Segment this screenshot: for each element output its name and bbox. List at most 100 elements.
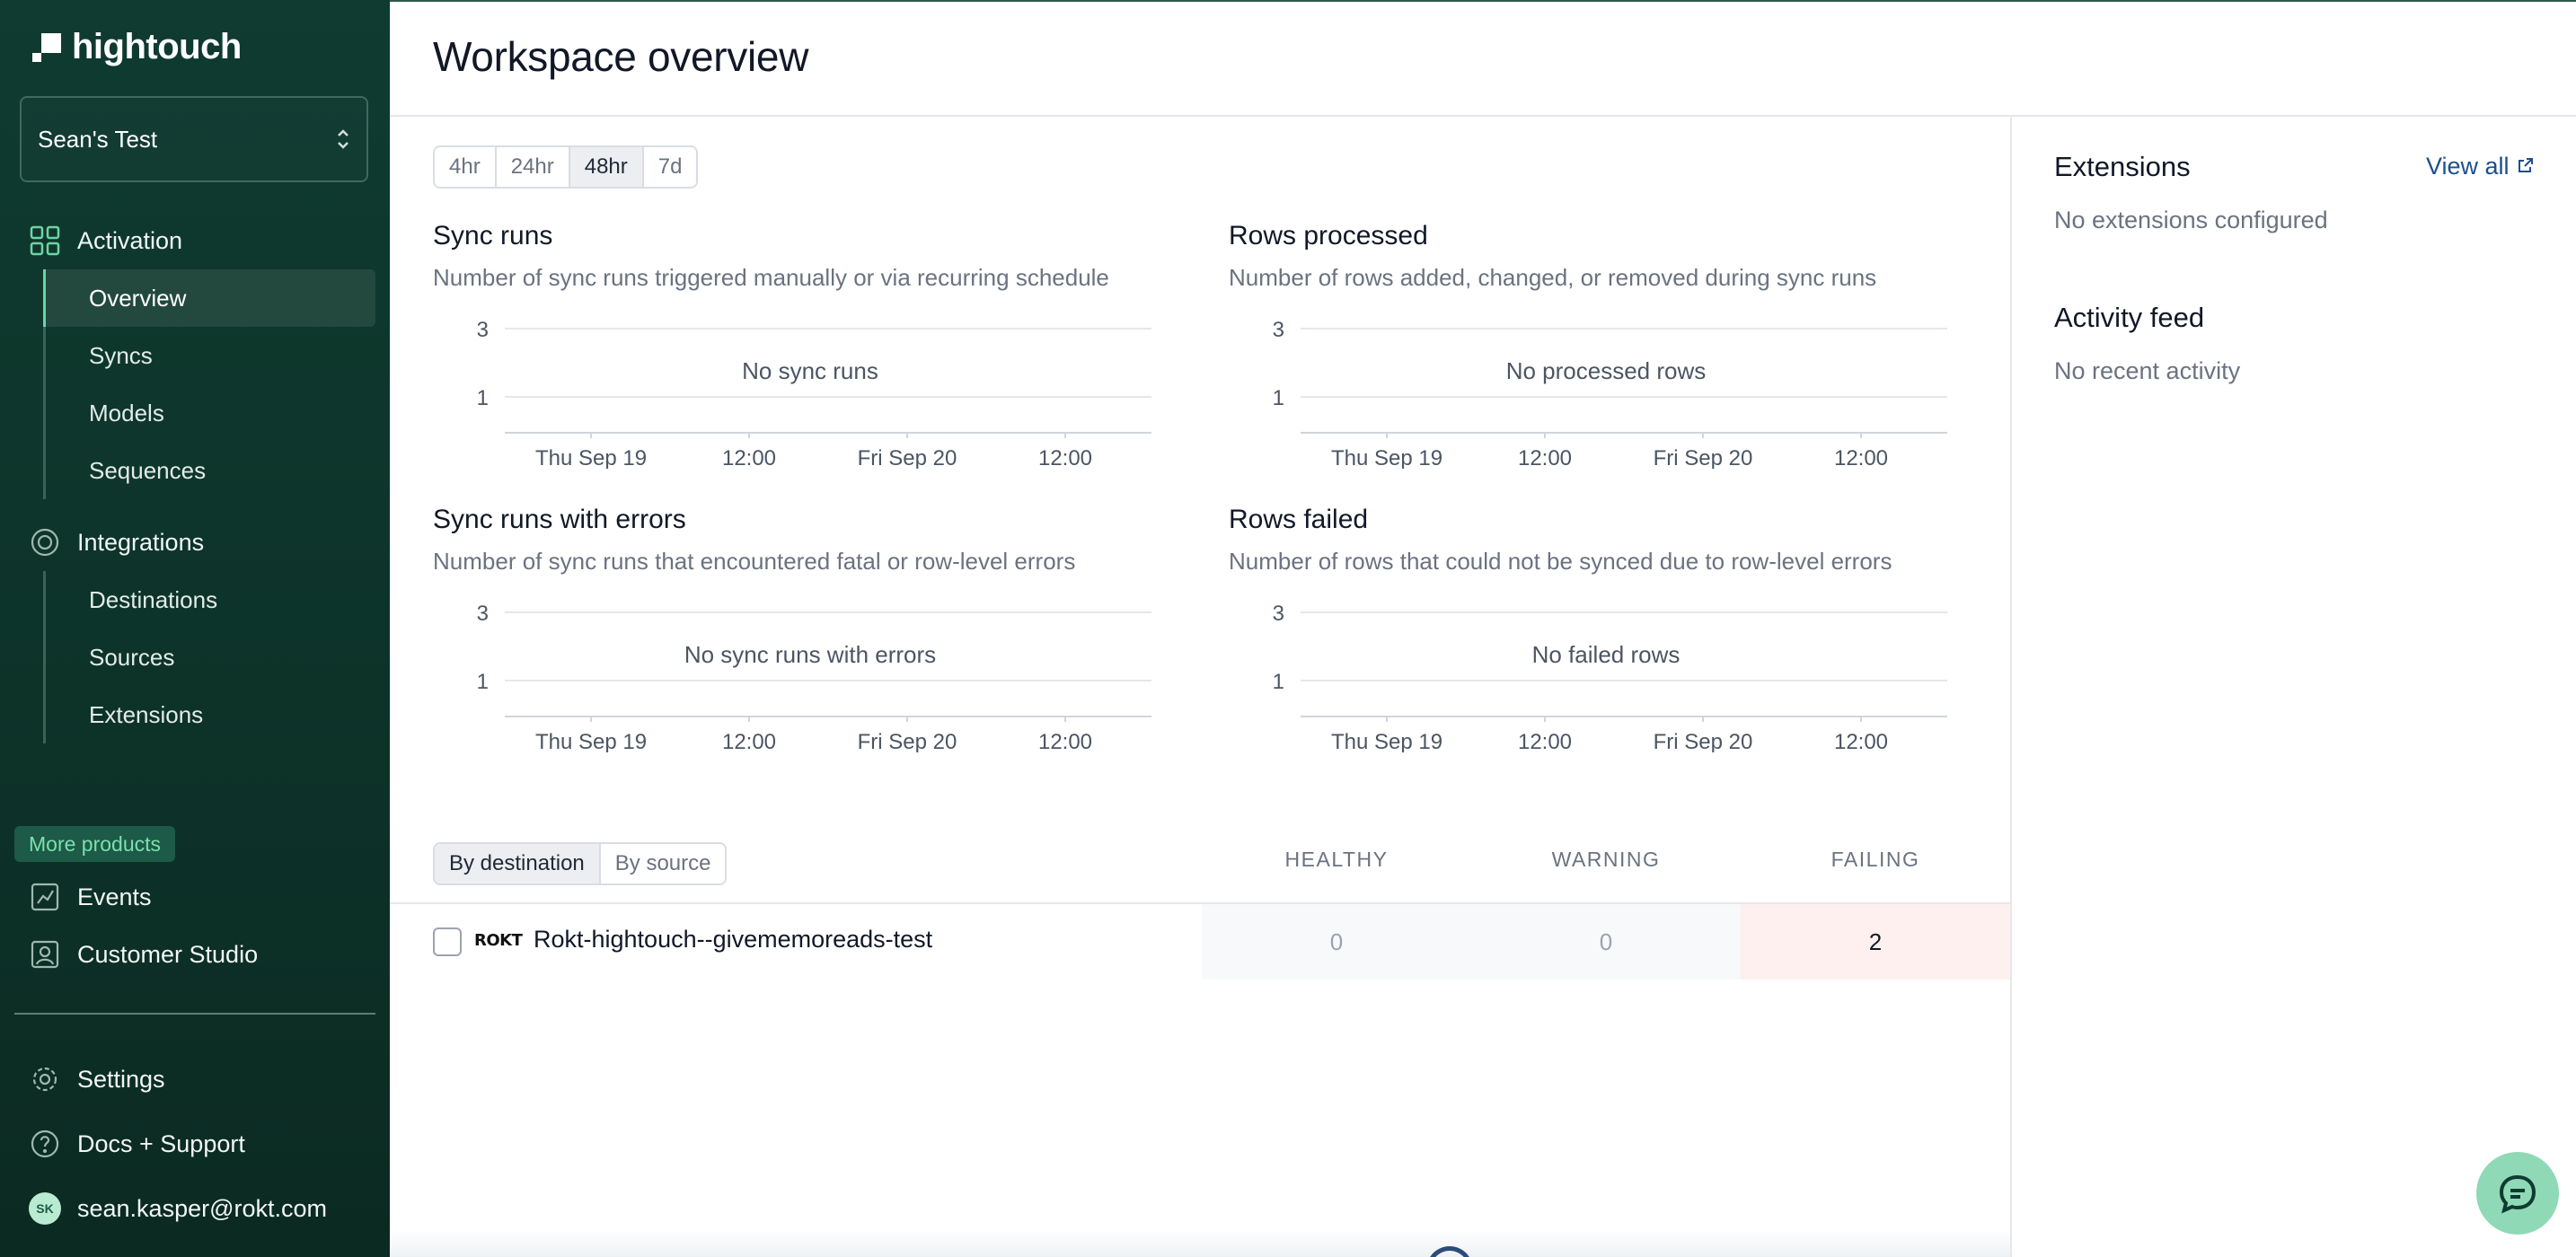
- docs-support-label: Docs + Support: [77, 1130, 245, 1157]
- top-border: [390, 0, 2576, 2]
- x-tick-label: Thu Sep 19: [535, 730, 647, 752]
- destination-name[interactable]: Rokt-hightouch--givememoreads-test: [534, 926, 932, 954]
- column-header-healthy: HEALTHY: [1284, 848, 1389, 871]
- sidebar-item-syncs[interactable]: Syncs: [43, 327, 390, 384]
- sidebar-item-models[interactable]: Models: [43, 384, 390, 442]
- nav-integrations[interactable]: Integrations: [0, 514, 390, 571]
- empty-state-label: No sync runs: [742, 357, 878, 384]
- empty-state-label: No sync runs with errors: [684, 641, 936, 668]
- empty-state-label: No failed rows: [1532, 641, 1681, 668]
- activation-icon: [29, 224, 61, 257]
- bottom-fade: [390, 1230, 2010, 1257]
- customer-studio-icon: [29, 938, 61, 971]
- chart-subtitle: Number of rows added, changed, or remove…: [1229, 264, 1877, 291]
- x-tick-label: 12:00: [722, 730, 776, 752]
- chart-sync-runs-errors: Sync runs with errors Number of sync run…: [433, 505, 1169, 752]
- extensions-empty: No extensions configured: [2054, 207, 2328, 233]
- x-tick-label: 12:00: [1038, 446, 1092, 469]
- chart-title: Rows failed: [1229, 505, 1369, 534]
- x-tick-label: 12:00: [1038, 730, 1092, 752]
- sidebar-item-customer-studio[interactable]: Customer Studio: [29, 929, 258, 980]
- range-24hr-button[interactable]: 24hr: [496, 147, 570, 187]
- avatar: SK: [29, 1192, 61, 1225]
- x-tick-label: Thu Sep 19: [1331, 730, 1442, 752]
- view-all-label: View all: [2426, 153, 2510, 180]
- nav-group-integrations: Integrations Destinations Sources Extens…: [0, 514, 390, 743]
- y-tick-label: 3: [477, 318, 489, 342]
- row-checkbox[interactable]: [433, 927, 462, 956]
- y-tick-label: 1: [477, 386, 489, 410]
- sidebar-item-extensions[interactable]: Extensions: [43, 686, 390, 743]
- chart-subtitle: Number of sync runs that encountered fat…: [433, 548, 1076, 575]
- failing-count: 2: [1741, 904, 2010, 980]
- nav-activation-label: Activation: [77, 226, 183, 254]
- y-tick-label: 3: [1273, 602, 1284, 626]
- logo-mark-icon: [32, 32, 61, 62]
- sidebar-item-sources[interactable]: Sources: [43, 628, 390, 686]
- x-tick-label: 12:00: [1518, 730, 1572, 752]
- nav-group-activation: Activation Overview Syncs Models Sequenc…: [0, 212, 390, 499]
- x-tick-label: Fri Sep 20: [1654, 730, 1753, 752]
- x-tick-label: Fri Sep 20: [1654, 446, 1753, 469]
- range-4hr-button[interactable]: 4hr: [435, 147, 497, 187]
- user-account[interactable]: SK sean.kasper@rokt.com: [29, 1183, 327, 1234]
- nav-activation[interactable]: Activation: [0, 212, 390, 269]
- user-email: sean.kasper@rokt.com: [77, 1194, 328, 1222]
- activation-submenu: Overview Syncs Models Sequences: [43, 269, 390, 499]
- customer-studio-label: Customer Studio: [77, 940, 259, 968]
- y-tick-label: 1: [1273, 386, 1284, 410]
- view-all-link[interactable]: View all: [2426, 153, 2535, 180]
- sidebar-item-events[interactable]: Events: [29, 872, 152, 922]
- gear-icon: [29, 1063, 61, 1095]
- chart-plot: 3 1 Thu Sep 19 12:00 Fri Sep 20 12:00 No proce…: [1273, 318, 1947, 469]
- x-tick-label: 12:00: [1834, 730, 1888, 752]
- activity-feed-title: Activity feed: [2054, 302, 2205, 333]
- sidebar-item-settings[interactable]: Settings: [29, 1054, 165, 1104]
- events-label: Events: [77, 883, 152, 910]
- sidebar-item-docs-support[interactable]: Docs + Support: [29, 1119, 245, 1169]
- group-by-toggle: By destination By source: [433, 842, 728, 885]
- sidebar-item-overview[interactable]: Overview: [43, 269, 375, 327]
- chart-sync-runs: Sync runs Number of sync runs triggered …: [433, 221, 1169, 469]
- events-icon: [29, 881, 61, 913]
- column-header-warning: WARNING: [1551, 848, 1661, 871]
- chart-title: Sync runs with errors: [433, 505, 686, 534]
- y-tick-label: 1: [477, 670, 489, 694]
- chevron-up-down-icon: [336, 127, 350, 153]
- workspace-selector[interactable]: Sean's Test: [20, 96, 368, 182]
- column-header-failing: FAILING: [1831, 848, 1920, 871]
- x-tick-label: Fri Sep 20: [858, 446, 957, 469]
- chart-rows-failed: Rows failed Number of rows that could no…: [1229, 505, 1965, 752]
- more-products-badge: More products: [14, 826, 176, 862]
- integrations-icon: [29, 526, 61, 558]
- sidebar-item-sequences[interactable]: Sequences: [43, 442, 390, 499]
- time-range-selector: 4hr 24hr 48hr 7d: [433, 145, 699, 189]
- chart-title: Sync runs: [433, 221, 553, 251]
- chart-plot: 3 1 Thu Sep 19 12:00 Fri Sep 20 12:00 No sync …: [477, 318, 1151, 469]
- empty-state-label: No processed rows: [1506, 357, 1707, 384]
- tab-by-destination[interactable]: By destination: [435, 844, 601, 883]
- right-panel: [2010, 117, 2576, 1257]
- tab-by-source[interactable]: By source: [600, 844, 726, 883]
- sidebar-item-destinations[interactable]: Destinations: [43, 571, 390, 628]
- range-48hr-button[interactable]: 48hr: [569, 147, 644, 187]
- page-title: Workspace overview: [433, 33, 809, 80]
- brand-name: hightouch: [72, 27, 242, 66]
- hightouch-logo[interactable]: hightouch: [32, 27, 242, 67]
- y-tick-label: 3: [1273, 318, 1284, 342]
- y-tick-label: 3: [477, 602, 489, 626]
- sidebar: hightouch Sean's Test Activation Overvie…: [0, 0, 390, 1257]
- rokt-logo: ROKT: [474, 931, 523, 950]
- x-tick-label: Thu Sep 19: [535, 446, 647, 469]
- chart-rows-processed: Rows processed Number of rows added, cha…: [1229, 221, 1965, 469]
- workspace-name: Sean's Test: [38, 125, 158, 153]
- table-row[interactable]: ROKT Rokt-hightouch--givememoreads-test …: [390, 904, 2010, 980]
- chart-title: Rows processed: [1229, 221, 1428, 251]
- activity-empty: No recent activity: [2054, 357, 2241, 384]
- range-7d-button[interactable]: 7d: [643, 147, 697, 187]
- integrations-submenu: Destinations Sources Extensions: [43, 571, 390, 743]
- x-tick-label: 12:00: [1834, 446, 1888, 469]
- external-link-icon: [2517, 153, 2535, 180]
- settings-label: Settings: [77, 1065, 165, 1093]
- chat-support-button[interactable]: [2476, 1152, 2559, 1235]
